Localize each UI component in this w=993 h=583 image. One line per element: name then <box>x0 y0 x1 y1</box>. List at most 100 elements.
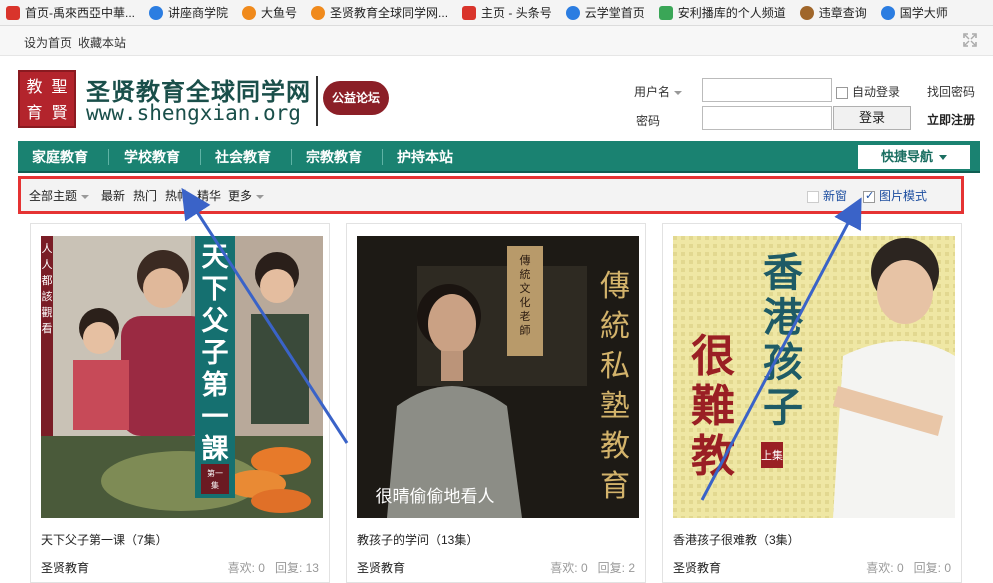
svg-text:第: 第 <box>202 369 229 401</box>
svg-text:看: 看 <box>42 321 53 335</box>
checkbox-icon <box>807 190 819 203</box>
new-window-checkbox[interactable]: 新窗 <box>807 187 847 204</box>
svg-text:香: 香 <box>763 249 803 296</box>
svg-text:統: 統 <box>520 267 531 281</box>
card-title[interactable]: 香港孩子很难教（3集） <box>673 531 800 548</box>
favorite-link[interactable]: 圣贤教育全球同学网... <box>311 4 448 21</box>
top-links-bar: 设为首页 收藏本站 <box>0 26 993 56</box>
favorite-link[interactable]: 违章查询 <box>799 4 867 21</box>
site-logo-seal[interactable]: 教 聖 育 賢 <box>18 70 76 128</box>
checkbox-checked-icon <box>863 189 875 203</box>
nav-divider <box>200 149 201 165</box>
register-link[interactable]: 立即注册 <box>927 111 975 128</box>
thread-card[interactable]: 天 下 父 子 第 一 課 第一 集 人 人 都 該 觀 看 天下父子第一课（7… <box>30 223 330 583</box>
password-input[interactable] <box>702 106 832 130</box>
nav-item-support[interactable]: 护持本站 <box>397 141 453 173</box>
svg-text:該: 該 <box>42 289 53 303</box>
nav-item-religion[interactable]: 宗教教育 <box>306 141 362 173</box>
filter-hot[interactable]: 热帖 <box>165 187 189 204</box>
filter-more[interactable]: 更多 <box>228 187 265 204</box>
cover-image[interactable]: 香 港 孩 子 很 難 教 上集 <box>673 236 955 518</box>
svg-text:老: 老 <box>520 310 531 323</box>
svg-text:都: 都 <box>42 274 53 287</box>
svg-text:塾: 塾 <box>600 389 630 424</box>
svg-text:難: 難 <box>691 381 735 432</box>
filter-popular[interactable]: 热门 <box>133 187 157 204</box>
svg-text:很晴偷偷地看人: 很晴偷偷地看人 <box>376 487 495 506</box>
favorite-link[interactable]: 首页-禹來西亞中華... <box>6 4 135 21</box>
card-title[interactable]: 天下父子第一课（7集） <box>41 531 168 548</box>
auto-login-checkbox[interactable]: 自动登录 <box>836 83 900 100</box>
card-title[interactable]: 教孩子的学问（13集） <box>357 531 478 548</box>
thread-card[interactable]: 傳 統 文 化 老 師 傳 統 私 塾 教 育 很晴偷偷地看人 教孩子的学问（1… <box>346 223 646 583</box>
favorite-link[interactable]: 大鱼号 <box>242 4 297 21</box>
card-stats: 喜欢: 0 回复: 0 <box>866 561 951 575</box>
checkbox-icon <box>836 86 848 99</box>
svg-text:教: 教 <box>691 431 735 482</box>
forgot-password-link[interactable]: 找回密码 <box>927 83 975 100</box>
nav-divider <box>382 149 383 165</box>
svg-text:父: 父 <box>202 306 230 337</box>
svg-text:教: 教 <box>600 429 630 464</box>
favorite-link[interactable]: 云学堂首页 <box>565 4 645 21</box>
svg-text:化: 化 <box>520 295 531 309</box>
favorite-link[interactable]: 安利播库的个人频道 <box>658 4 786 21</box>
card-stats: 喜欢: 0 回复: 13 <box>227 561 319 575</box>
chevron-down-icon <box>674 90 683 95</box>
filter-latest[interactable]: 最新 <box>101 187 125 204</box>
caret-down-icon <box>939 155 947 161</box>
card-author[interactable]: 圣贤教育 <box>41 559 89 576</box>
car-icon <box>799 5 814 20</box>
card-author[interactable]: 圣贤教育 <box>357 559 405 576</box>
nav-item-society[interactable]: 社会教育 <box>215 141 271 173</box>
quick-nav-button[interactable]: 快捷导航 <box>858 145 970 169</box>
nav-item-school[interactable]: 学校教育 <box>124 141 180 173</box>
expand-icon[interactable] <box>963 33 977 47</box>
cover-image[interactable]: 傳 統 文 化 老 師 傳 統 私 塾 教 育 很晴偷偷地看人 <box>357 236 639 518</box>
filter-all-topics[interactable]: 全部主题 <box>29 187 90 204</box>
image-mode-checkbox[interactable]: 图片模式 <box>863 187 927 204</box>
filter-digest[interactable]: 精华 <box>197 187 221 204</box>
main-nav: 家庭教育 学校教育 社会教育 宗教教育 护持本站 快捷导航 <box>18 141 980 173</box>
svg-text:人: 人 <box>42 242 53 255</box>
forum-badge: 公益论坛 <box>323 81 389 115</box>
svg-text:課: 課 <box>202 433 230 465</box>
favorite-link[interactable]: 国学大师 <box>880 4 948 21</box>
svg-text:一: 一 <box>202 402 229 433</box>
svg-text:師: 師 <box>520 324 531 337</box>
card-author[interactable]: 圣贤教育 <box>673 559 721 576</box>
cover-image[interactable]: 天 下 父 子 第 一 課 第一 集 人 人 都 該 觀 看 <box>41 236 323 518</box>
svg-text:子: 子 <box>202 338 229 369</box>
nav-item-family[interactable]: 家庭教育 <box>32 141 88 173</box>
bookmark-link[interactable]: 收藏本站 <box>78 34 126 51</box>
favorite-link[interactable]: 讲座商学院 <box>149 4 228 21</box>
svg-text:育: 育 <box>600 469 630 504</box>
svg-text:上集: 上集 <box>761 448 783 462</box>
svg-text:子: 子 <box>763 384 803 431</box>
svg-text:傳: 傳 <box>600 269 630 304</box>
svg-text:第一: 第一 <box>207 468 223 478</box>
username-input[interactable] <box>702 78 832 102</box>
ie-icon <box>149 5 163 20</box>
site-url: www.shengxian.org <box>86 101 301 125</box>
play-icon <box>658 5 673 20</box>
fish-icon <box>242 5 257 20</box>
svg-text:港: 港 <box>763 294 804 341</box>
star-icon <box>311 5 326 20</box>
nav-divider <box>291 149 292 165</box>
svg-text:下: 下 <box>202 274 229 305</box>
svg-text:觀: 觀 <box>42 306 53 319</box>
svg-text:很: 很 <box>691 331 735 382</box>
login-button[interactable]: 登录 <box>833 106 911 130</box>
password-label: 密码 <box>636 114 661 128</box>
svg-text:天: 天 <box>202 242 229 273</box>
set-home-link[interactable]: 设为首页 <box>24 34 72 51</box>
thread-card[interactable]: 香 港 孩 子 很 難 教 上集 香港孩子很难教（3集） 圣贤教育 喜欢: 0 … <box>662 223 962 583</box>
favorite-link[interactable]: 主页 - 头条号 <box>462 4 552 21</box>
svg-text:集: 集 <box>211 480 219 490</box>
svg-text:人: 人 <box>42 258 53 271</box>
favorites-bar: 首页-禹來西亞中華... 讲座商学院 大鱼号 圣贤教育全球同学网... 主页 -… <box>0 0 993 26</box>
svg-text:傳: 傳 <box>520 254 531 267</box>
card-stats: 喜欢: 0 回复: 2 <box>550 561 635 575</box>
username-label[interactable]: 用户名 <box>634 83 683 100</box>
